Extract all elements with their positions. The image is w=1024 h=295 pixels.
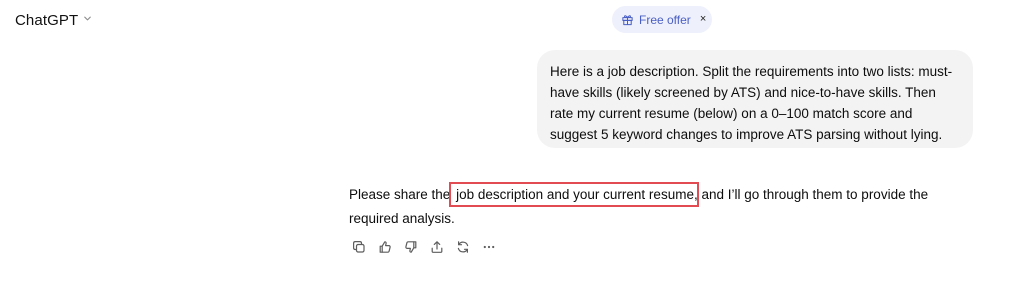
- bad-response-button[interactable]: [401, 238, 421, 256]
- assistant-message: Please share the job description and you…: [349, 182, 973, 231]
- user-message-bubble: Here is a job description. Split the req…: [537, 50, 973, 148]
- copy-icon: [352, 240, 366, 254]
- highlighted-phrase: job description and your current resume: [449, 182, 699, 207]
- thumbs-down-icon: [404, 240, 418, 254]
- free-offer-link[interactable]: Free offer: [639, 13, 691, 27]
- model-switcher[interactable]: ChatGPT: [15, 10, 93, 30]
- more-options-button[interactable]: [479, 238, 499, 256]
- good-response-button[interactable]: [375, 238, 395, 256]
- regenerate-icon: [456, 240, 470, 254]
- thumbs-up-icon: [378, 240, 392, 254]
- model-name: ChatGPT: [15, 11, 79, 29]
- close-icon[interactable]: ×: [700, 14, 706, 25]
- regenerate-button[interactable]: [453, 238, 473, 256]
- free-offer-banner: Free offer ×: [612, 6, 712, 33]
- gift-icon: [621, 13, 634, 26]
- share-button[interactable]: [427, 238, 447, 256]
- chevron-down-icon: [82, 11, 93, 29]
- more-icon: [482, 240, 496, 254]
- copy-button[interactable]: [349, 238, 369, 256]
- user-message-text: Here is a job description. Split the req…: [550, 64, 953, 142]
- assistant-text-before: Please share the: [349, 187, 455, 202]
- share-icon: [430, 240, 444, 254]
- message-actions: [349, 238, 499, 256]
